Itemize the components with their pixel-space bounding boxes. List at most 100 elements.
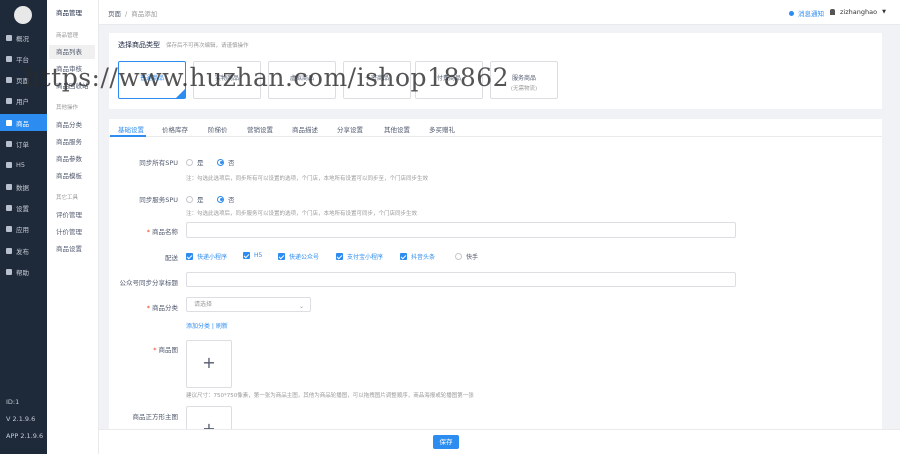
platform-icon bbox=[6, 55, 12, 62]
delivery-option-h5[interactable]: H5 bbox=[243, 252, 262, 259]
settings-icon bbox=[6, 204, 12, 211]
goods-image-note: 建议尺寸：750*750像素，第一张为商品主图，其他为商品轮播图，可以拖拽图片调… bbox=[186, 393, 474, 399]
sidebar-item-overview[interactable]: 概况 bbox=[0, 29, 47, 46]
product-type-title: 选择商品类型 bbox=[118, 41, 160, 49]
mp-share-label: 公众号同步分享标题 bbox=[119, 279, 179, 287]
category-links[interactable]: 添加分类 | 刷新 bbox=[186, 321, 228, 330]
sub-sidebar: 商品管理 商品管理 商品列表 商品审核 商品回收站 其他操作 商品分类 商品服务… bbox=[47, 0, 99, 454]
sync-service-no-radio[interactable]: 否 bbox=[217, 194, 235, 204]
subnav-item-goods-review[interactable]: 商品审核 bbox=[49, 62, 95, 76]
subnav-item-reviews[interactable]: 评价管理 bbox=[49, 208, 95, 222]
breadcrumb: 页面 / 商品添加 bbox=[108, 8, 157, 18]
delivery-option-express-mp[interactable]: 快递公众号 bbox=[278, 252, 319, 261]
tab-basic[interactable]: 基础设置 bbox=[118, 124, 144, 134]
goods-image-label: * 商品图 bbox=[153, 346, 178, 354]
breadcrumb-current: 商品添加 bbox=[131, 10, 158, 18]
chevron-down-icon: ⌄ bbox=[298, 303, 304, 310]
plus-icon: + bbox=[202, 353, 216, 372]
subnav-group-other: 其他操作 bbox=[56, 105, 79, 111]
goods-image-upload[interactable]: + bbox=[186, 340, 232, 388]
square-image-label: 商品正方形主图 bbox=[132, 413, 179, 421]
sync-service-yes-radio[interactable]: 是 bbox=[186, 194, 204, 204]
subnav-title: 商品管理 bbox=[56, 9, 82, 17]
tab-buy-gift[interactable]: 多买赠礼 bbox=[429, 124, 455, 134]
product-type-physical[interactable]: 实物商品 bbox=[193, 61, 261, 99]
notice-link[interactable]: 消息通知 bbox=[789, 8, 824, 18]
footer-bar: 保存 bbox=[99, 429, 900, 454]
apps-icon bbox=[6, 225, 12, 232]
square-image-upload[interactable]: + bbox=[186, 406, 232, 429]
sidebar-item-user[interactable]: 用户 bbox=[0, 92, 47, 109]
caret-down-icon: ▼ bbox=[882, 9, 886, 15]
h5-icon bbox=[6, 161, 12, 168]
sidebar-item-h5[interactable]: H5 bbox=[0, 156, 47, 173]
subnav-item-goods-settings[interactable]: 商品设置 bbox=[49, 242, 95, 256]
delivery-option-alipay-mini[interactable]: 支付宝小程序 bbox=[336, 252, 383, 261]
version-text: V 2.1.9.6 bbox=[6, 415, 36, 423]
sync-service-note: 注：勾选此选项后，同步服务可以设置的选项，个门店，本地所有设置可同步，个门店同步… bbox=[186, 211, 418, 217]
subnav-item-goods-list[interactable]: 商品列表 bbox=[49, 45, 95, 59]
bell-icon bbox=[789, 10, 794, 16]
user-avatar-icon bbox=[830, 9, 835, 15]
tab-description[interactable]: 商品描述 bbox=[292, 124, 318, 134]
product-type-tip: 保存后不可再次编辑，请谨慎操作 bbox=[166, 43, 249, 49]
plus-icon: + bbox=[202, 419, 216, 429]
save-button[interactable]: 保存 bbox=[433, 435, 459, 449]
page-icon bbox=[6, 76, 12, 83]
product-type-paid[interactable]: 付费商品 bbox=[415, 61, 483, 99]
sync-spu-no-radio[interactable]: 否 bbox=[217, 157, 235, 167]
breadcrumb-separator: / bbox=[125, 10, 128, 18]
product-type-normal[interactable]: 普通商品 bbox=[118, 61, 186, 99]
sidebar-item-page[interactable]: 页面 bbox=[0, 71, 47, 88]
publish-icon bbox=[6, 247, 12, 254]
subnav-item-service[interactable]: 商品服务 bbox=[49, 135, 95, 149]
sync-spu-yes-radio[interactable]: 是 bbox=[186, 157, 204, 167]
breadcrumb-home[interactable]: 页面 bbox=[108, 10, 121, 18]
subnav-item-params[interactable]: 商品参数 bbox=[49, 152, 95, 166]
product-type-card-key[interactable]: 卡密商品 bbox=[343, 61, 411, 99]
sidebar-item-settings[interactable]: 设置 bbox=[0, 199, 47, 216]
order-icon bbox=[6, 140, 12, 147]
subnav-item-template[interactable]: 商品模板 bbox=[49, 169, 95, 183]
delivery-option-douyin[interactable]: 抖音头条 bbox=[400, 252, 435, 261]
subnav-group-tools: 其它工具 bbox=[56, 195, 79, 201]
tab-price-stock[interactable]: 价格库存 bbox=[162, 124, 188, 134]
app-logo bbox=[14, 6, 32, 24]
category-label: * 商品分类 bbox=[146, 304, 178, 312]
sidebar-item-goods[interactable]: 商品 bbox=[0, 114, 47, 131]
subnav-item-pricing[interactable]: 计价管理 bbox=[49, 225, 95, 239]
sync-spu-note: 注：勾选此选项后，同步所有可以设置的选项，个门店，本地所有设置可以同步至，个门店… bbox=[186, 176, 429, 182]
mp-share-input[interactable] bbox=[186, 272, 736, 287]
tab-tier-price[interactable]: 阶梯价 bbox=[208, 124, 228, 134]
subnav-item-goods-recycle[interactable]: 商品回收站 bbox=[49, 79, 95, 93]
tab-other[interactable]: 其他设置 bbox=[384, 124, 410, 134]
sync-spu-label: 同步所有SPU bbox=[139, 159, 178, 167]
sidebar-item-publish[interactable]: 发布 bbox=[0, 242, 47, 259]
delivery-option-express-mini[interactable]: 快递小程序 bbox=[186, 252, 227, 261]
product-type-virtual[interactable]: 虚拟商品 bbox=[268, 61, 336, 99]
user-icon bbox=[6, 97, 12, 104]
id-text: ID:1 bbox=[6, 398, 20, 406]
category-select[interactable]: 请选择 ⌄ bbox=[186, 297, 311, 312]
product-type-card: 选择商品类型 保存后不可再次编辑，请谨慎操作 普通商品 实物商品 虚拟商品 卡密… bbox=[109, 33, 882, 109]
subnav-group-goods: 商品管理 bbox=[56, 33, 79, 39]
selected-corner-icon bbox=[176, 89, 185, 98]
product-form-card: 基础设置 价格库存 阶梯价 营销设置 商品描述 分享设置 其他设置 多买赠礼 同… bbox=[109, 119, 882, 429]
delivery-option-kuaishou[interactable]: 快手 bbox=[455, 252, 478, 261]
user-menu[interactable]: zizhanghao ▼ bbox=[830, 8, 886, 16]
sidebar-item-platform[interactable]: 平台 bbox=[0, 50, 47, 67]
tab-marketing[interactable]: 营销设置 bbox=[247, 124, 273, 134]
delivery-label: 配送 bbox=[165, 254, 178, 262]
sidebar-item-data[interactable]: 数据 bbox=[0, 178, 47, 195]
product-type-service[interactable]: 服务商品 (无需物流) bbox=[490, 61, 558, 99]
tab-share[interactable]: 分享设置 bbox=[337, 124, 363, 134]
subnav-item-category[interactable]: 商品分类 bbox=[49, 118, 95, 132]
goods-name-textarea[interactable] bbox=[186, 222, 736, 238]
sync-service-label: 同步服务SPU bbox=[139, 196, 178, 204]
sidebar-item-apps[interactable]: 应用 bbox=[0, 220, 47, 237]
overview-icon bbox=[6, 34, 12, 41]
sidebar-item-order[interactable]: 订单 bbox=[0, 135, 47, 152]
sidebar-item-help[interactable]: 帮助 bbox=[0, 263, 47, 280]
main-sidebar: 概况 平台 页面 用户 商品 订单 H5 数据 设置 应用 发布 帮助 ID:1… bbox=[0, 0, 47, 454]
help-icon bbox=[6, 268, 12, 275]
